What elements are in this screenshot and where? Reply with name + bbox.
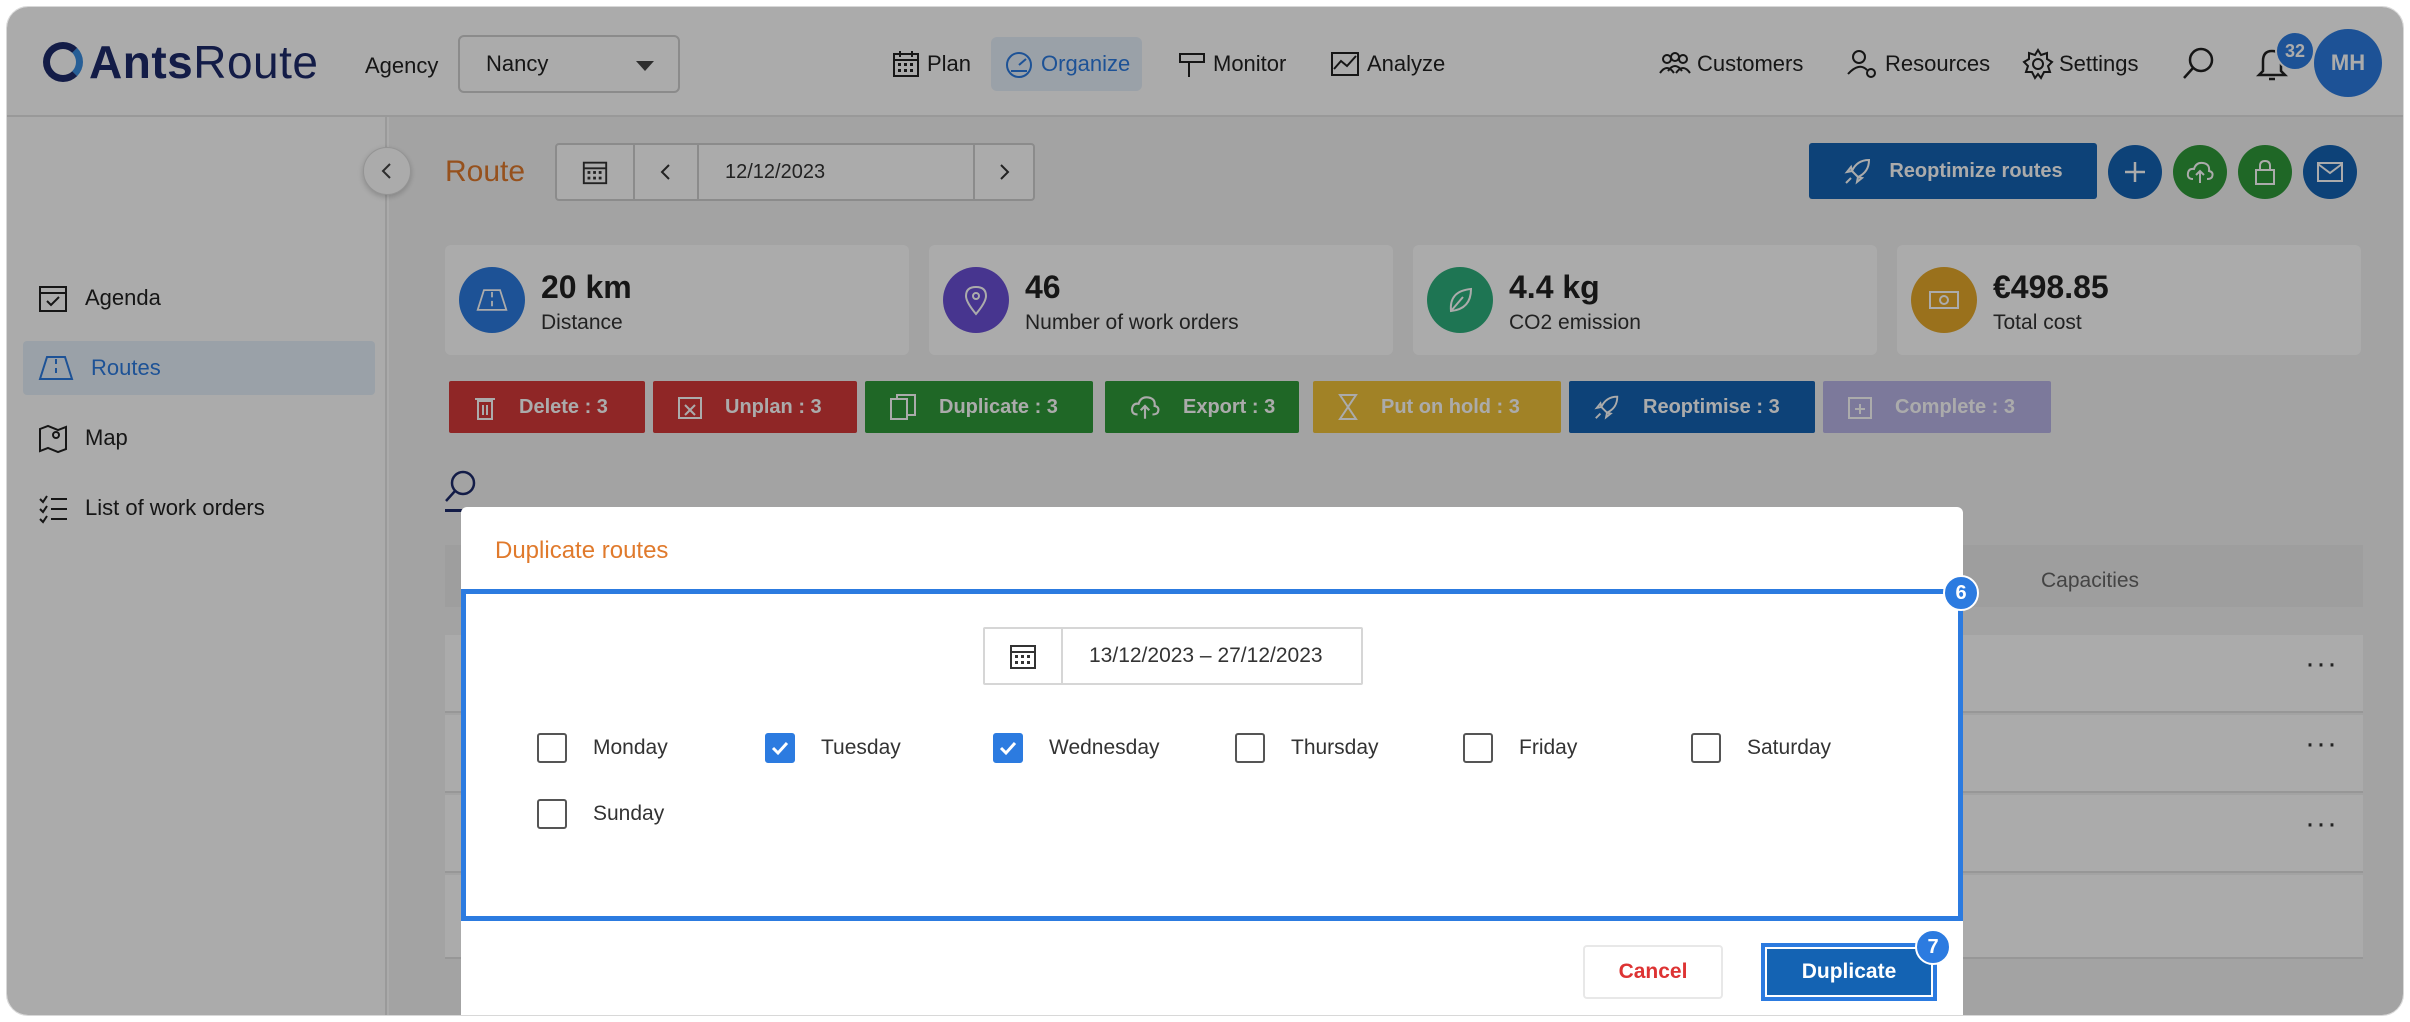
day-label: Tuesday <box>821 736 901 759</box>
date-range-value: 13/12/2023 – 27/12/2023 <box>1089 644 1323 667</box>
step-badge: 6 <box>1943 575 1979 611</box>
day-checkbox-friday[interactable]: Friday <box>1463 733 1577 763</box>
dialog-title: Duplicate routes <box>495 537 669 564</box>
day-label: Thursday <box>1291 736 1379 759</box>
day-label: Wednesday <box>1049 736 1160 759</box>
app-window: AntsRoute Agency Nancy Plan Organize Mon… <box>6 6 2404 1016</box>
day-label: Monday <box>593 736 668 759</box>
checkbox[interactable] <box>1691 733 1721 763</box>
day-label: Sunday <box>593 802 665 825</box>
duplicate-routes-dialog: Duplicate routes 6 13/12/2023 – 27/12/20… <box>461 507 1979 1015</box>
day-checkbox-thursday[interactable]: Thursday <box>1235 733 1379 763</box>
checkbox[interactable] <box>537 799 567 829</box>
checkmark-icon <box>999 741 1017 756</box>
day-label: Friday <box>1519 736 1578 759</box>
date-range-picker[interactable]: 13/12/2023 – 27/12/2023 <box>983 627 1363 685</box>
checkbox[interactable] <box>1463 733 1493 763</box>
step-badge: 7 <box>1915 929 1951 965</box>
day-checkbox-wednesday[interactable]: Wednesday <box>993 733 1160 763</box>
checkbox[interactable] <box>993 733 1023 763</box>
checkbox[interactable] <box>765 733 795 763</box>
checkbox[interactable] <box>537 733 567 763</box>
day-checkbox-tuesday[interactable]: Tuesday <box>765 733 901 763</box>
duplicate-button[interactable]: Duplicate <box>1761 943 1937 1001</box>
calendar-icon[interactable] <box>985 629 1063 683</box>
day-checkbox-monday[interactable]: Monday <box>537 733 668 763</box>
app-root: AntsRoute Agency Nancy Plan Organize Mon… <box>7 7 2403 1015</box>
checkbox[interactable] <box>1235 733 1265 763</box>
day-label: Saturday <box>1747 736 1832 759</box>
checkmark-icon <box>771 741 789 756</box>
cancel-button[interactable]: Cancel <box>1583 945 1723 999</box>
day-checkbox-saturday[interactable]: Saturday <box>1691 733 1831 763</box>
day-checkbox-sunday[interactable]: Sunday <box>537 799 664 829</box>
